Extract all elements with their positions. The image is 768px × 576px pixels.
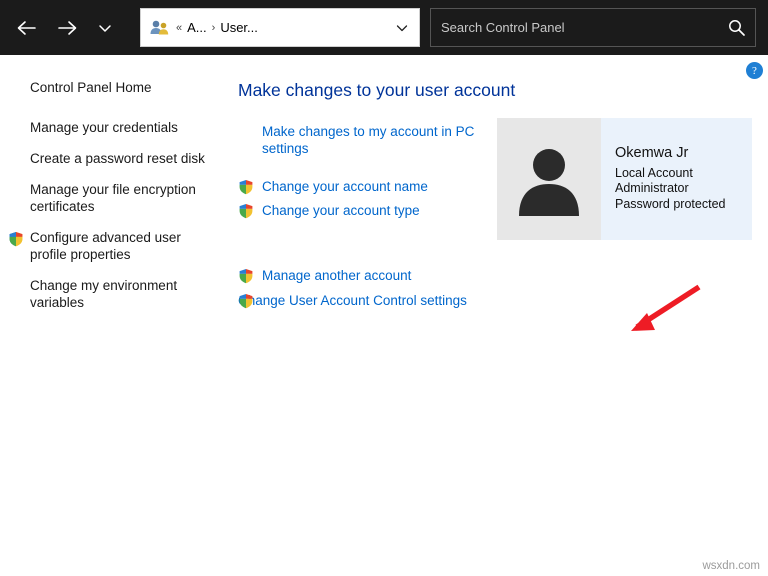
link-label: Manage another account bbox=[262, 268, 412, 283]
uac-shield-icon bbox=[238, 179, 254, 195]
account-details: Okemwa Jr Local Account Administrator Pa… bbox=[601, 145, 726, 212]
account-role: Administrator bbox=[615, 181, 689, 195]
watermark: wsxdn.com bbox=[702, 560, 760, 572]
recent-locations-button[interactable] bbox=[88, 11, 122, 45]
uac-shield-icon bbox=[238, 203, 254, 219]
sidebar-item-label: Control Panel Home bbox=[30, 80, 152, 95]
sidebar-item-label: Configure advanced user profile properti… bbox=[30, 230, 181, 262]
content-area: Control Panel Home Manage your credentia… bbox=[0, 55, 768, 576]
search-icon bbox=[728, 20, 745, 36]
uac-shield-icon bbox=[238, 268, 254, 284]
sidebar-item-label: Create a password reset disk bbox=[30, 151, 205, 166]
link-pc-settings[interactable]: Make changes to my account in PC setting… bbox=[238, 123, 498, 157]
user-accounts-icon bbox=[147, 15, 173, 41]
sidebar-item-control-panel-home[interactable]: Control Panel Home bbox=[0, 71, 222, 103]
control-panel-window: « A... › User... Search Control Panel Co… bbox=[0, 0, 768, 576]
link-change-account-name[interactable]: Change your account name bbox=[238, 178, 498, 195]
chevron-down-icon bbox=[396, 24, 408, 31]
forward-arrow-icon bbox=[58, 20, 77, 35]
breadcrumb[interactable]: « A... › User... bbox=[173, 20, 389, 35]
back-arrow-icon bbox=[17, 20, 36, 35]
sidebar: Control Panel Home Manage your credentia… bbox=[0, 55, 222, 576]
link-manage-another-account[interactable]: Manage another account bbox=[238, 267, 498, 284]
page-title: Make changes to your user account bbox=[238, 80, 516, 100]
sidebar-item-file-encryption-certificates[interactable]: Manage your file encryption certificates bbox=[0, 174, 222, 222]
window-toolbar: « A... › User... bbox=[0, 0, 768, 55]
task-links: Make changes to my account in PC setting… bbox=[238, 123, 498, 316]
address-dropdown-button[interactable] bbox=[389, 13, 415, 43]
sidebar-item-label: Change my environment variables bbox=[30, 278, 178, 310]
link-change-account-type[interactable]: Change your account type bbox=[238, 202, 498, 219]
sidebar-item-advanced-user-profile[interactable]: Configure advanced user profile properti… bbox=[0, 222, 222, 270]
search-button[interactable] bbox=[717, 9, 755, 46]
forward-button[interactable] bbox=[50, 11, 84, 45]
sidebar-item-environment-variables[interactable]: Change my environment variables bbox=[0, 270, 222, 318]
account-name: Okemwa Jr bbox=[615, 145, 689, 161]
sidebar-item-manage-credentials[interactable]: Manage your credentials bbox=[0, 112, 222, 143]
main-pane: ? Make changes to your user account Make… bbox=[222, 55, 768, 576]
account-card: Okemwa Jr Local Account Administrator Pa… bbox=[497, 118, 752, 240]
address-bar[interactable]: « A... › User... bbox=[140, 8, 420, 47]
breadcrumb-item-1[interactable]: A... bbox=[185, 20, 209, 35]
search-input[interactable] bbox=[431, 19, 717, 36]
link-label: Change your account type bbox=[262, 203, 420, 218]
breadcrumb-separator: › bbox=[211, 21, 216, 34]
help-button[interactable]: ? bbox=[746, 62, 763, 79]
red-arrow-icon bbox=[631, 284, 701, 331]
search-box[interactable] bbox=[430, 8, 756, 47]
back-button[interactable] bbox=[10, 11, 44, 45]
account-password-status: Password protected bbox=[615, 196, 726, 211]
chevron-down-icon bbox=[99, 24, 111, 32]
account-type: Local Account bbox=[615, 165, 693, 180]
link-uac-settings[interactable]: Change User Account Control settings bbox=[238, 292, 498, 309]
uac-shield-icon bbox=[238, 293, 254, 309]
link-label: Change User Account Control settings bbox=[238, 293, 467, 308]
breadcrumb-item-2[interactable]: User... bbox=[218, 20, 260, 35]
link-label: Make changes to my account in PC setting… bbox=[262, 124, 475, 156]
link-label: Change your account name bbox=[262, 179, 428, 194]
sidebar-item-label: Manage your file encryption certificates bbox=[30, 182, 196, 214]
help-label: ? bbox=[752, 64, 757, 77]
sidebar-item-label: Manage your credentials bbox=[30, 120, 178, 135]
user-avatar bbox=[497, 118, 601, 240]
user-avatar-icon bbox=[519, 149, 579, 216]
sidebar-item-password-reset-disk[interactable]: Create a password reset disk bbox=[0, 143, 222, 174]
breadcrumb-overflow[interactable]: « bbox=[173, 22, 185, 34]
uac-shield-icon bbox=[8, 231, 24, 247]
